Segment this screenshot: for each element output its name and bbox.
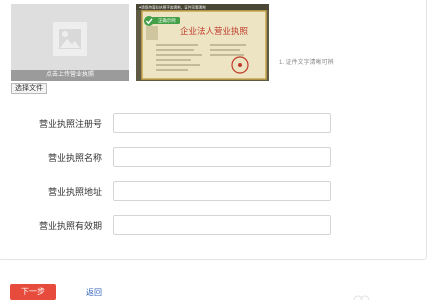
- upload-hint: 1. 证件文字清晰可辨: [279, 60, 334, 66]
- example-top-banner: ●请保持营业执照字迹清晰，证件完整清晰: [139, 5, 206, 10]
- watermark-icon: [350, 290, 374, 300]
- registration-number-label: 营业执照注册号: [38, 119, 102, 129]
- example-title: 企业法人营业执照: [180, 26, 249, 37]
- license-name-label: 营业执照名称: [47, 153, 102, 163]
- next-step-button[interactable]: 下一步: [10, 284, 56, 300]
- license-example-image: ●请保持营业执照字迹清晰，证件完整清晰 正确示例 企业法人营业执照: [136, 4, 269, 81]
- validity-period-input[interactable]: [113, 215, 331, 235]
- registration-number-input[interactable]: [113, 113, 331, 133]
- validity-period-label: 营业执照有效期: [38, 221, 102, 231]
- example-badge: 正确示例: [158, 17, 176, 24]
- back-link[interactable]: 返回: [86, 287, 102, 298]
- license-upload-area[interactable]: 点击上传营业执照: [11, 4, 129, 81]
- upload-caption: 点击上传营业执照: [11, 70, 129, 81]
- image-placeholder-icon: [53, 22, 87, 61]
- license-name-input[interactable]: [113, 147, 331, 167]
- license-address-label: 营业执照地址: [47, 187, 102, 197]
- license-address-input[interactable]: [113, 181, 331, 201]
- choose-file-button[interactable]: 选择文件: [11, 83, 47, 94]
